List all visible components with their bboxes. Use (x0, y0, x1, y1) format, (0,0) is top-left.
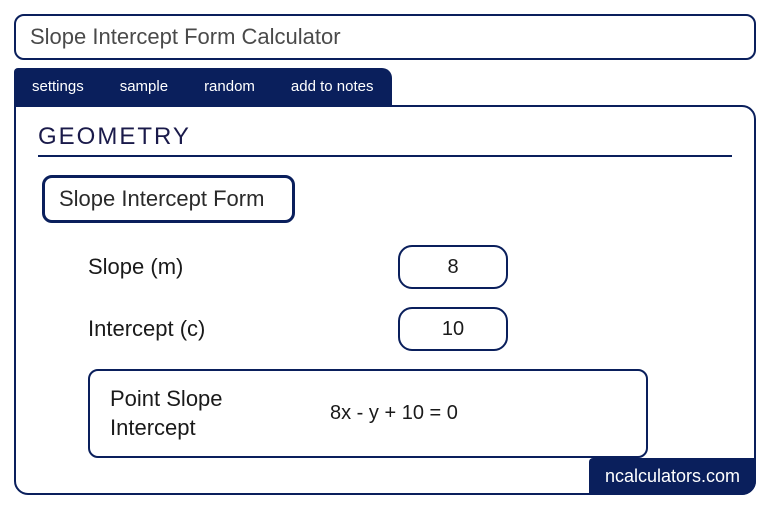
intercept-input[interactable]: 10 (398, 307, 508, 351)
result-value: 8x - y + 10 = 0 (330, 402, 458, 425)
row-slope: Slope (m) 8 (38, 245, 732, 289)
tab-add-to-notes[interactable]: add to notes (273, 68, 392, 105)
tab-settings[interactable]: settings (14, 68, 102, 105)
intercept-label: Intercept (c) (88, 316, 398, 342)
row-intercept: Intercept (c) 10 (38, 307, 732, 351)
slope-input[interactable]: 8 (398, 245, 508, 289)
tab-bar: settings sample random add to notes (14, 68, 756, 105)
calculator-panel: GEOMETRY Slope Intercept Form Slope (m) … (14, 105, 756, 495)
brand-link[interactable]: ncalculators.com (589, 458, 756, 495)
tab-sample[interactable]: sample (102, 68, 186, 105)
form-title: Slope Intercept Form (42, 175, 295, 223)
result-label: Point Slope Intercept (110, 385, 290, 442)
tab-random[interactable]: random (186, 68, 273, 105)
page-title: Slope Intercept Form Calculator (14, 14, 756, 60)
slope-label: Slope (m) (88, 254, 398, 280)
result-box: Point Slope Intercept 8x - y + 10 = 0 (88, 369, 648, 458)
section-heading: GEOMETRY (38, 123, 732, 157)
